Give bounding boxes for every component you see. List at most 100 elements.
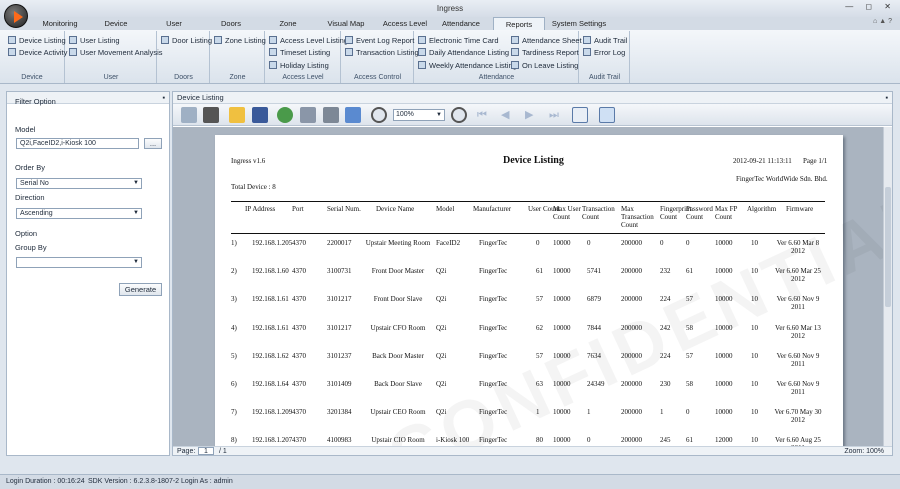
table-cell: 4) bbox=[231, 323, 237, 332]
table-cell: Ver 6.60 Nov 9 2011 bbox=[776, 351, 820, 368]
table-cell: 10000 bbox=[553, 295, 571, 304]
table-cell: 2200017 bbox=[327, 239, 352, 247]
order-select[interactable]: Serial No ▼ bbox=[16, 178, 142, 189]
generate-button[interactable]: Generate bbox=[119, 283, 162, 296]
scroll-thumb[interactable] bbox=[885, 187, 891, 307]
ribbon-button-weekly-attendance-listing[interactable]: Weekly Attendance Listing bbox=[418, 60, 517, 72]
table-cell: 0 bbox=[686, 239, 690, 247]
ribbon-button-access-level-listing[interactable]: Access Level Listing bbox=[269, 35, 348, 47]
page-input[interactable]: 1 bbox=[198, 447, 214, 455]
table-cell: 200000 bbox=[621, 323, 642, 332]
tab-access-level[interactable]: Access Level bbox=[380, 17, 430, 30]
table-cell: 63 bbox=[536, 380, 543, 388]
tab-monitoring[interactable]: Monitoring bbox=[38, 17, 82, 30]
direction-select[interactable]: Ascending ▼ bbox=[16, 208, 142, 219]
ribbon-group-zone: Zone Listing Zone bbox=[211, 31, 266, 83]
ribbon-button-user-movement-analysis[interactable]: User Movement Analysis bbox=[69, 47, 163, 59]
pin-icon[interactable]: ▪ bbox=[885, 92, 888, 104]
ribbon-button-label: Timeset Listing bbox=[280, 48, 331, 57]
ribbon-button-event-log-report[interactable]: Event Log Report bbox=[345, 35, 414, 47]
ribbon-button-tardiness-report[interactable]: Tardiness Report bbox=[511, 47, 579, 59]
pin-icon[interactable]: ▪ bbox=[162, 92, 165, 104]
group-select[interactable]: ▼ bbox=[16, 257, 142, 268]
table-cell: 4370 bbox=[292, 295, 306, 304]
table-cell: 10000 bbox=[715, 267, 733, 276]
table-cell: Ver 6.60 Mar 8 2012 bbox=[776, 239, 820, 255]
settings-icon[interactable] bbox=[323, 107, 339, 123]
table-cell: 1 bbox=[660, 408, 664, 417]
table-cell: 192.168.1.61 bbox=[252, 295, 289, 304]
app-menu-button[interactable] bbox=[4, 4, 28, 28]
login-duration: Login Duration : 00:16:24 bbox=[6, 478, 85, 485]
ribbon-button-door-listing[interactable]: Door Listing bbox=[161, 35, 212, 47]
ribbon-button-electronic-time-card[interactable]: Electronic Time Card bbox=[418, 35, 499, 47]
ribbon-button-holiday-listing[interactable]: Holiday Listing bbox=[269, 60, 329, 72]
table-cell: Back Door Slave bbox=[374, 380, 422, 388]
tab-doors[interactable]: Doors bbox=[215, 17, 247, 30]
filter-title: Filter Option bbox=[15, 97, 56, 106]
save-icon[interactable] bbox=[252, 107, 268, 123]
ribbon-help-icons[interactable]: ⌂ ▲ ? bbox=[873, 18, 892, 25]
mail-icon[interactable] bbox=[599, 107, 615, 123]
ribbon-button-label: Event Log Report bbox=[356, 36, 415, 45]
table-cell: 57 bbox=[686, 295, 693, 304]
report-datetime: 2012-09-21 11:13:11 bbox=[733, 157, 792, 165]
zoom-in-icon[interactable] bbox=[451, 107, 467, 123]
table-cell: 224 bbox=[660, 295, 671, 304]
zoom-out-icon[interactable] bbox=[371, 107, 387, 123]
tab-user[interactable]: User bbox=[160, 17, 188, 30]
ribbon-button-audit-trail[interactable]: Audit Trail bbox=[583, 35, 627, 47]
table-cell: 10000 bbox=[553, 323, 571, 332]
ribbon-button-zone-listing[interactable]: Zone Listing bbox=[214, 35, 266, 47]
ribbon-button-device-listing[interactable]: Device Listing bbox=[8, 35, 66, 47]
table-cell: i-Kiosk 100 bbox=[436, 436, 470, 445]
ribbon-button-transaction-listing[interactable]: Transaction Listing bbox=[345, 47, 419, 59]
ribbon-button-user-listing[interactable]: User Listing bbox=[69, 35, 120, 47]
export-document-icon[interactable] bbox=[572, 107, 588, 123]
ribbon-button-daily-attendance-listing[interactable]: Daily Attendance Listing bbox=[418, 47, 509, 59]
ribbon-button-error-log[interactable]: Error Log bbox=[583, 47, 625, 59]
column-header: Max FP Count bbox=[715, 205, 738, 221]
ribbon-button-on-leave-listing[interactable]: On Leave Listing bbox=[511, 60, 578, 72]
direction-value: Ascending bbox=[20, 210, 53, 217]
ribbon-button-timeset-listing[interactable]: Timeset Listing bbox=[269, 47, 330, 59]
table-cell: 6879 bbox=[587, 295, 601, 304]
next-page-icon[interactable]: ▶ bbox=[525, 107, 541, 123]
table-cell: 4370 bbox=[292, 239, 306, 247]
vertical-scrollbar[interactable] bbox=[883, 127, 892, 448]
chevron-down-icon: ▼ bbox=[436, 112, 442, 118]
export-icon[interactable] bbox=[345, 107, 361, 123]
table-cell: 7844 bbox=[587, 323, 601, 332]
last-page-icon[interactable]: ⏭ bbox=[549, 107, 565, 123]
tab-system-settings[interactable]: System Settings bbox=[550, 17, 608, 30]
ribbon-button-attendance-sheet[interactable]: Attendance Sheet bbox=[511, 35, 582, 47]
report-canvas[interactable]: CONFIDENTIAL Ingress v1.6 Device Listing… bbox=[173, 127, 884, 448]
prev-page-icon[interactable]: ◀ bbox=[501, 107, 517, 123]
ribbon-button-device-activity[interactable]: Device Activity bbox=[8, 47, 67, 59]
tab-attendance[interactable]: Attendance bbox=[437, 17, 485, 30]
table-cell: Q2i bbox=[436, 323, 447, 332]
model-field[interactable]: Q2i,FaceID2,i-Kiosk 100 bbox=[16, 138, 139, 149]
tab-visual-map[interactable]: Visual Map bbox=[322, 17, 370, 30]
report-icon bbox=[511, 48, 519, 56]
table-cell: 61 bbox=[686, 436, 693, 445]
binoculars-icon[interactable] bbox=[203, 107, 219, 123]
ribbon-button-label: Error Log bbox=[594, 48, 626, 57]
model-browse-button[interactable]: ... bbox=[144, 138, 162, 149]
print-icon[interactable] bbox=[300, 107, 316, 123]
first-page-icon[interactable]: ⏮ bbox=[477, 107, 493, 123]
tab-reports[interactable]: Reports bbox=[493, 17, 545, 30]
table-cell: 10000 bbox=[553, 436, 571, 445]
page-setup-icon[interactable] bbox=[277, 107, 293, 123]
tab-zone[interactable]: Zone bbox=[274, 17, 302, 30]
table-cell: 4370 bbox=[292, 408, 306, 417]
tab-device[interactable]: Device bbox=[100, 17, 132, 30]
header-rule-top bbox=[231, 201, 825, 202]
window-controls[interactable]: — ◻ ✕ bbox=[845, 2, 896, 11]
open-folder-icon[interactable] bbox=[229, 107, 245, 123]
table-cell: FingerTec bbox=[479, 267, 508, 276]
header-rule-bottom bbox=[231, 233, 825, 234]
zoom-select[interactable]: 100% ▼ bbox=[393, 109, 445, 121]
tree-icon[interactable] bbox=[181, 107, 197, 123]
table-cell: 4370 bbox=[292, 380, 306, 388]
